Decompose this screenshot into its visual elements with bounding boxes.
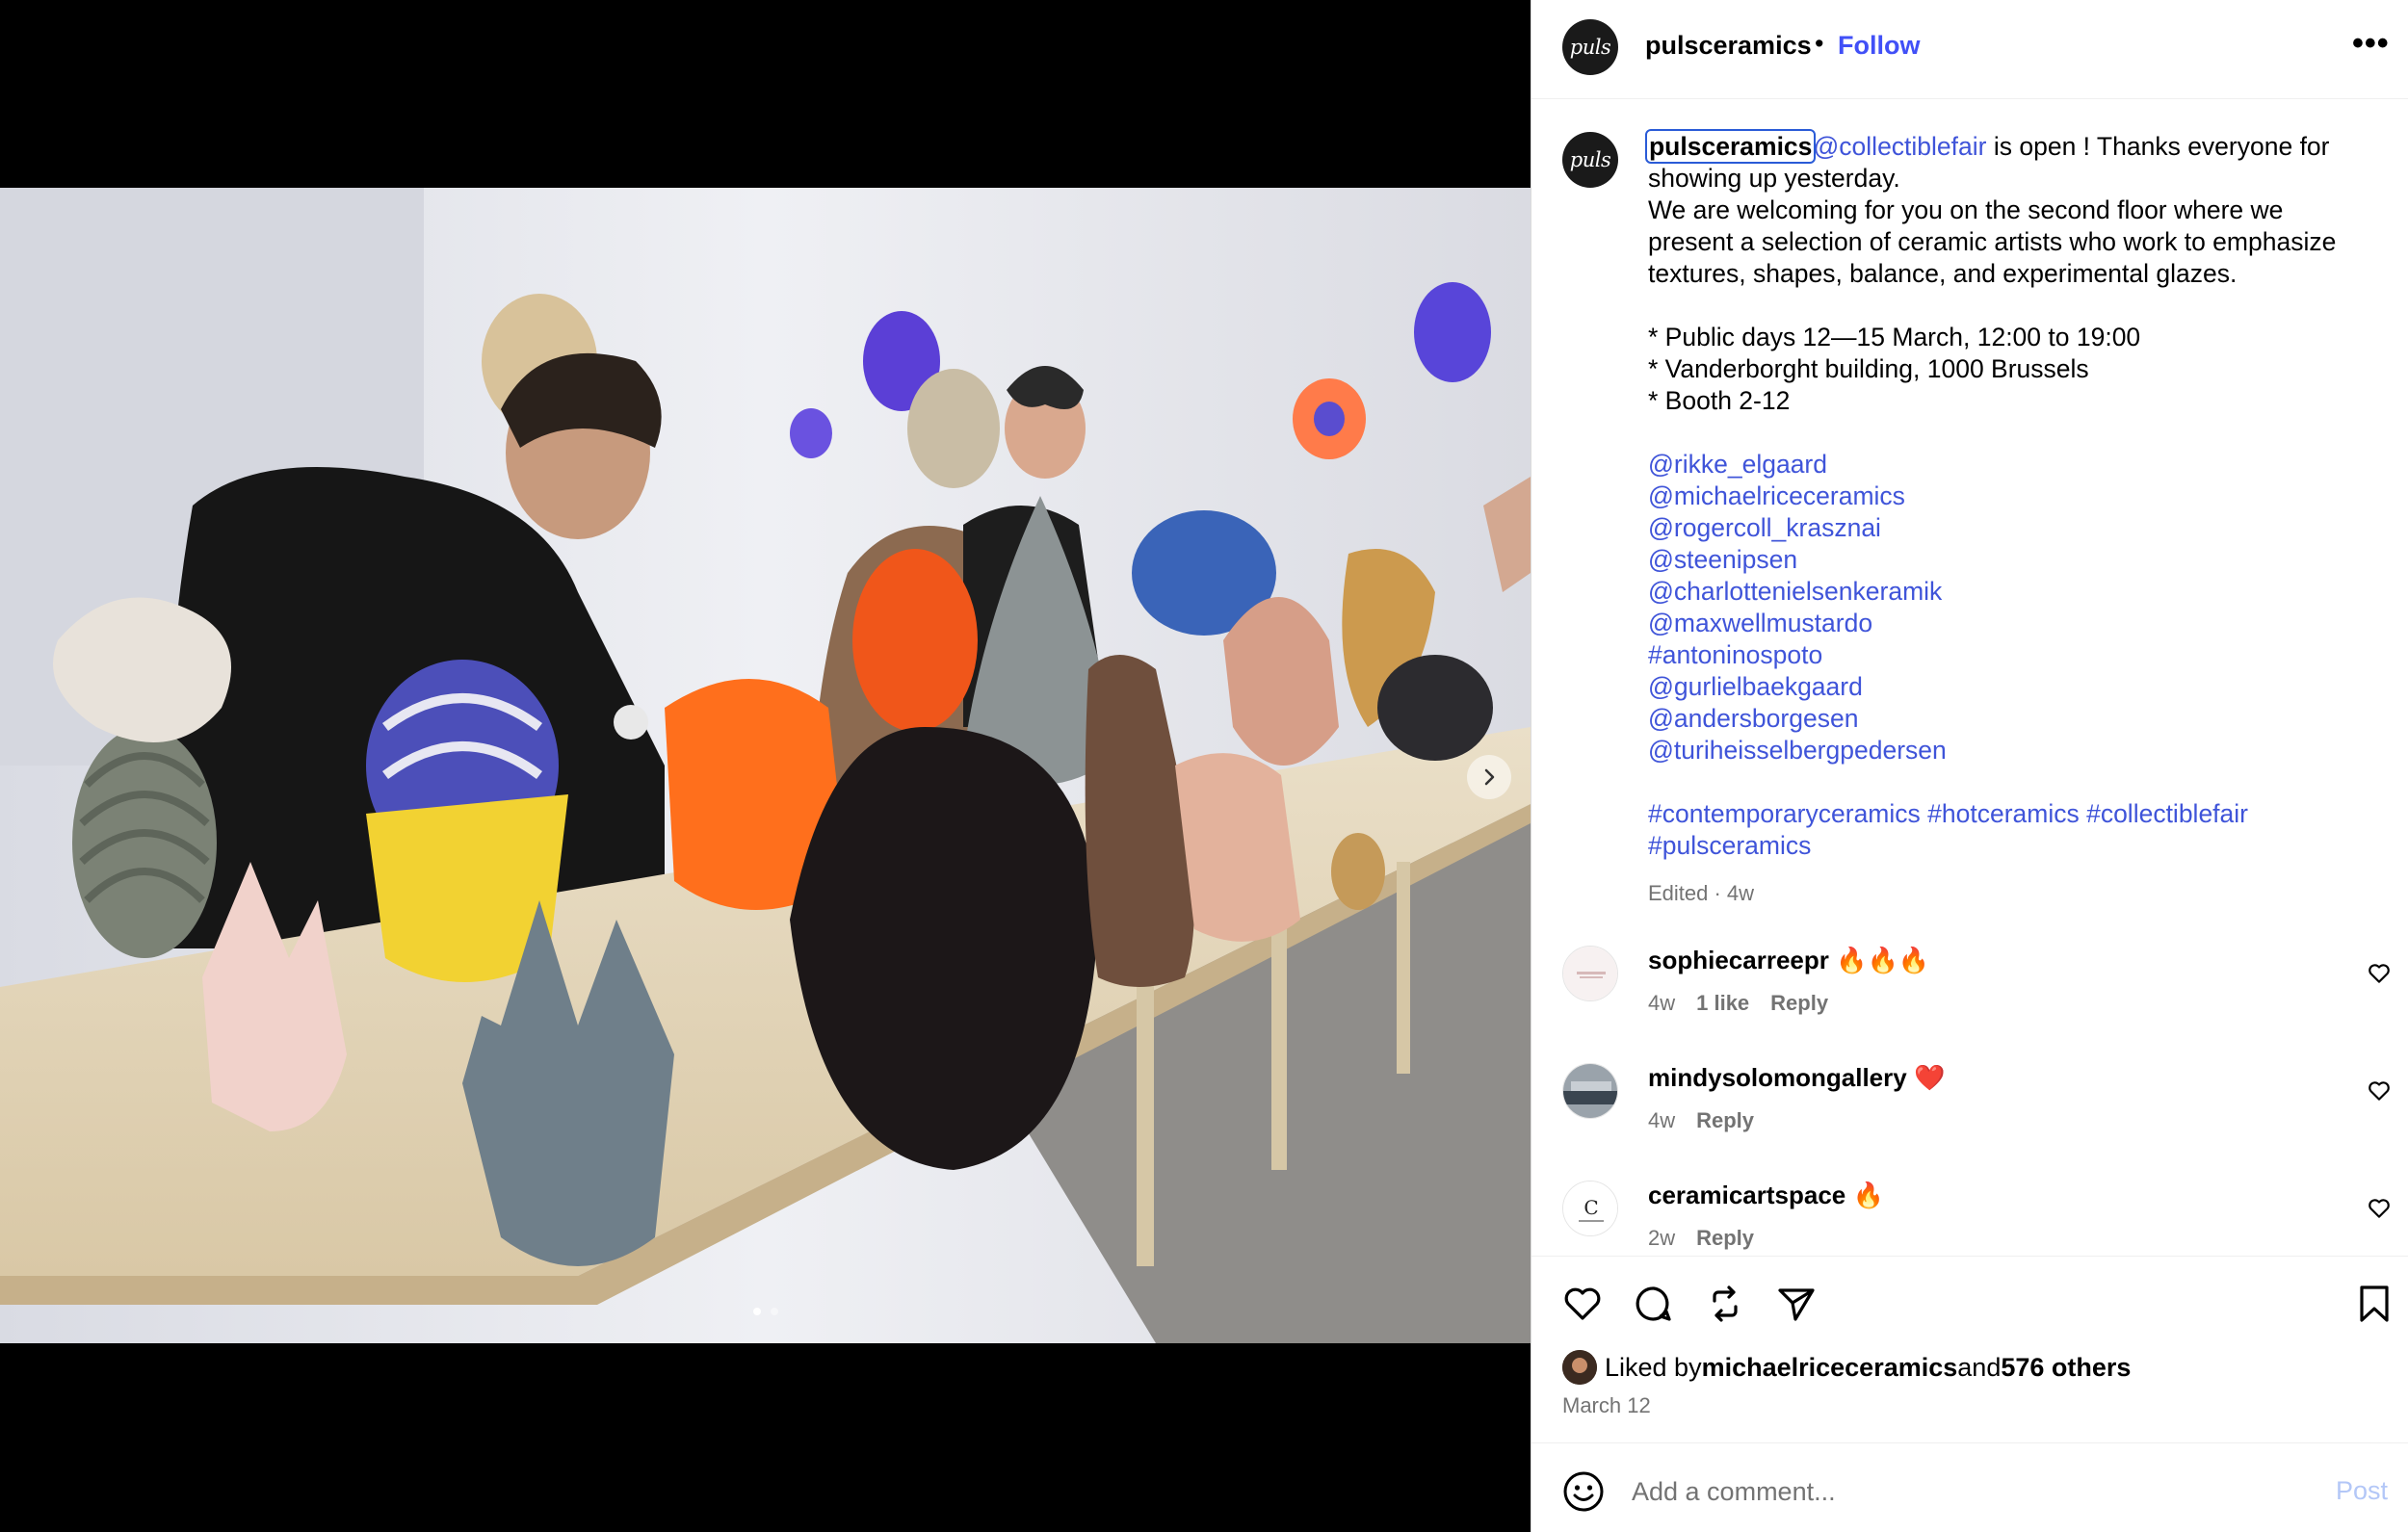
carousel-dot — [770, 1308, 778, 1315]
smiley-icon[interactable] — [1562, 1470, 1605, 1513]
caption-avatar[interactable]: puls — [1562, 132, 1618, 188]
mention-link[interactable]: @charlottenielsenkeramik — [1648, 576, 2390, 608]
caption-text: present a selection of ceramic artists w… — [1648, 227, 2337, 256]
next-image-button[interactable] — [1467, 755, 1511, 799]
comment-likes[interactable]: 1 like — [1696, 991, 1749, 1015]
reply-button[interactable]: Reply — [1770, 991, 1828, 1015]
heart-icon[interactable] — [2367, 1196, 2392, 1221]
avatar-text: puls — [1569, 36, 1611, 59]
commenter-avatar[interactable]: C — [1562, 1181, 1618, 1236]
comment-body: sophiecarreepr 🔥🔥🔥 4w 1 like Reply — [1648, 946, 1929, 1016]
likes-summary: Liked by michaelriceceramics and 576 oth… — [1562, 1350, 2131, 1385]
add-comment-bar: Post — [1531, 1442, 2408, 1532]
edited-timestamp: Edited · 4w — [1648, 881, 1755, 905]
mention-link[interactable]: @rogercoll_krasznai — [1648, 512, 2390, 544]
hashtag-link[interactable]: #contemporaryceramics #hotceramics #coll… — [1648, 798, 2390, 830]
mention-link[interactable]: @collectiblefair — [1813, 132, 1986, 161]
caption-text: showing up yesterday. — [1648, 164, 1900, 193]
caption-username[interactable]: pulsceramics — [1644, 129, 1817, 164]
post-photo[interactable] — [0, 188, 1531, 1343]
mention-link[interactable]: @rikke_elgaard — [1648, 449, 2390, 480]
chevron-right-icon — [1484, 768, 1495, 786]
heart-icon[interactable] — [2367, 1078, 2392, 1104]
repost-icon[interactable] — [1703, 1282, 1747, 1326]
reply-button[interactable]: Reply — [1696, 1226, 1754, 1250]
svg-text:C: C — [1584, 1196, 1598, 1219]
comment-time: 2w — [1648, 1226, 1676, 1250]
comment-time: 4w — [1648, 991, 1676, 1015]
caption-bullet: * Public days 12—15 March, 12:00 to 19:0… — [1648, 323, 2141, 351]
header-username[interactable]: pulsceramics — [1645, 31, 1812, 61]
ceramics-exhibition-photo — [0, 188, 1531, 1343]
likes-middle: and — [1957, 1352, 2002, 1382]
avatar-text: puls — [1569, 148, 1611, 171]
carousel-dot — [752, 1308, 761, 1315]
caption-bullet: * Vanderborght building, 1000 Brussels — [1648, 354, 2089, 383]
hashtag-link[interactable]: #antoninospoto — [1648, 639, 2390, 671]
caption-bullet: * Booth 2-12 — [1648, 386, 1791, 415]
likes-prefix: Liked by — [1605, 1352, 1702, 1382]
post-media — [0, 0, 1531, 1532]
bookmark-icon[interactable] — [2352, 1282, 2396, 1326]
follow-button[interactable]: Follow — [1838, 31, 1920, 61]
liker-avatar[interactable] — [1562, 1350, 1597, 1385]
comment-body: mindysolomongallery ❤️ 4w Reply — [1648, 1063, 1945, 1133]
header-separator: • — [1815, 29, 1824, 58]
hashtag-link[interactable]: #pulsceramics — [1648, 830, 2390, 862]
comment-body: ceramicartspace 🔥 2w Reply — [1648, 1181, 1884, 1251]
mention-link[interactable]: @maxwellmustardo — [1648, 608, 2390, 639]
comment-item: mindysolomongallery ❤️ 4w Reply — [1531, 1063, 2408, 1169]
comment-icon[interactable] — [1632, 1282, 1676, 1326]
post-date: March 12 — [1562, 1393, 1651, 1417]
comment-item: sophiecarreepr 🔥🔥🔥 4w 1 like Reply — [1531, 946, 2408, 1052]
comment-text: 🔥🔥🔥 — [1836, 946, 1930, 974]
post-caption: pulsceramics@collectiblefair is open ! T… — [1644, 129, 2390, 909]
carousel-dots — [0, 1308, 1531, 1315]
comment-username[interactable]: ceramicartspace — [1648, 1181, 1845, 1209]
comment-text: ❤️ — [1913, 1063, 1946, 1092]
caption-text: is open ! Thanks everyone for — [1986, 132, 2330, 161]
post-comment-button[interactable]: Post — [2336, 1476, 2388, 1506]
heart-icon[interactable] — [1560, 1282, 1605, 1326]
liker-username[interactable]: michaelriceceramics — [1702, 1353, 1958, 1383]
commenter-avatar[interactable] — [1562, 946, 1618, 1001]
reply-button[interactable]: Reply — [1696, 1108, 1754, 1132]
comment-input[interactable] — [1632, 1472, 2306, 1511]
commenter-avatar[interactable] — [1562, 1063, 1618, 1119]
mention-link[interactable]: @andersborgesen — [1648, 703, 2390, 735]
mention-link[interactable]: @turiheisselbergpedersen — [1648, 735, 2390, 766]
post-actions — [1531, 1256, 2408, 1322]
heart-icon[interactable] — [2367, 961, 2392, 986]
profile-avatar[interactable]: puls — [1562, 19, 1618, 75]
comment-item: C ceramicartspace 🔥 2w Reply — [1531, 1181, 2408, 1256]
comments-section[interactable]: puls pulsceramics@collectiblefair is ope… — [1531, 100, 2408, 1256]
mention-link[interactable]: @gurlielbaekgaard — [1648, 671, 2390, 703]
more-options-icon[interactable]: ••• — [2352, 25, 2390, 63]
comment-text: 🔥 — [1852, 1181, 1884, 1209]
caption-text: textures, shapes, balance, and experimen… — [1648, 259, 2238, 288]
mention-link[interactable]: @michaelriceceramics — [1648, 480, 2390, 512]
post-sidebar: puls pulsceramics • Follow ••• puls puls… — [1531, 0, 2408, 1532]
caption-text: We are welcoming for you on the second f… — [1648, 195, 2284, 224]
likes-count[interactable]: 576 others — [2001, 1353, 2131, 1383]
post-header: puls pulsceramics • Follow ••• — [1531, 0, 2408, 99]
mention-link[interactable]: @steenipsen — [1648, 544, 2390, 576]
comment-username[interactable]: sophiecarreepr — [1648, 946, 1829, 974]
comment-time: 4w — [1648, 1108, 1676, 1132]
comment-username[interactable]: mindysolomongallery — [1648, 1063, 1907, 1092]
send-icon[interactable] — [1774, 1282, 1819, 1326]
